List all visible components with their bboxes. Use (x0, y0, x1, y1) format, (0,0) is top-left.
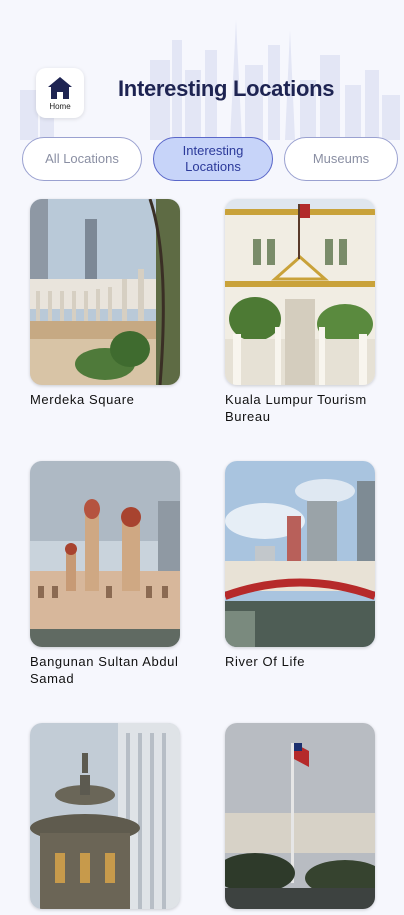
tab-label: All Locations (45, 151, 119, 166)
location-card[interactable]: Kuala Lumpur Tourism Bureau (225, 199, 377, 425)
tab-museums[interactable]: Museums (284, 137, 398, 181)
page-title: Interesting Locations (118, 76, 335, 101)
category-tabs: All Locations Interesting Locations Muse… (22, 137, 398, 183)
location-card[interactable]: Bangunan Sultan Abdul Samad (30, 461, 182, 687)
location-card[interactable] (30, 723, 182, 915)
location-card[interactable]: Merdeka Square (30, 199, 182, 408)
tab-label: Interesting Locations (182, 143, 244, 174)
location-photo (30, 199, 180, 385)
home-icon (48, 76, 72, 99)
location-card[interactable]: River Of Life (225, 461, 377, 670)
location-photo (30, 461, 180, 647)
tab-interesting-locations[interactable]: Interesting Locations (153, 137, 273, 181)
location-card[interactable] (225, 723, 377, 915)
home-button[interactable]: Home (36, 68, 84, 118)
tab-all-locations[interactable]: All Locations (22, 137, 142, 181)
location-photo (225, 199, 375, 385)
location-photo (225, 461, 375, 647)
home-label: Home (49, 101, 71, 111)
location-name: River Of Life (225, 654, 306, 669)
location-name: Kuala Lumpur Tourism Bureau (225, 392, 367, 424)
header: Home Interesting Locations (0, 60, 404, 130)
location-photo (225, 723, 375, 909)
location-name: Bangunan Sultan Abdul Samad (30, 654, 179, 686)
location-photo (30, 723, 180, 909)
location-name: Merdeka Square (30, 392, 135, 407)
tab-label: Museums (312, 151, 370, 166)
